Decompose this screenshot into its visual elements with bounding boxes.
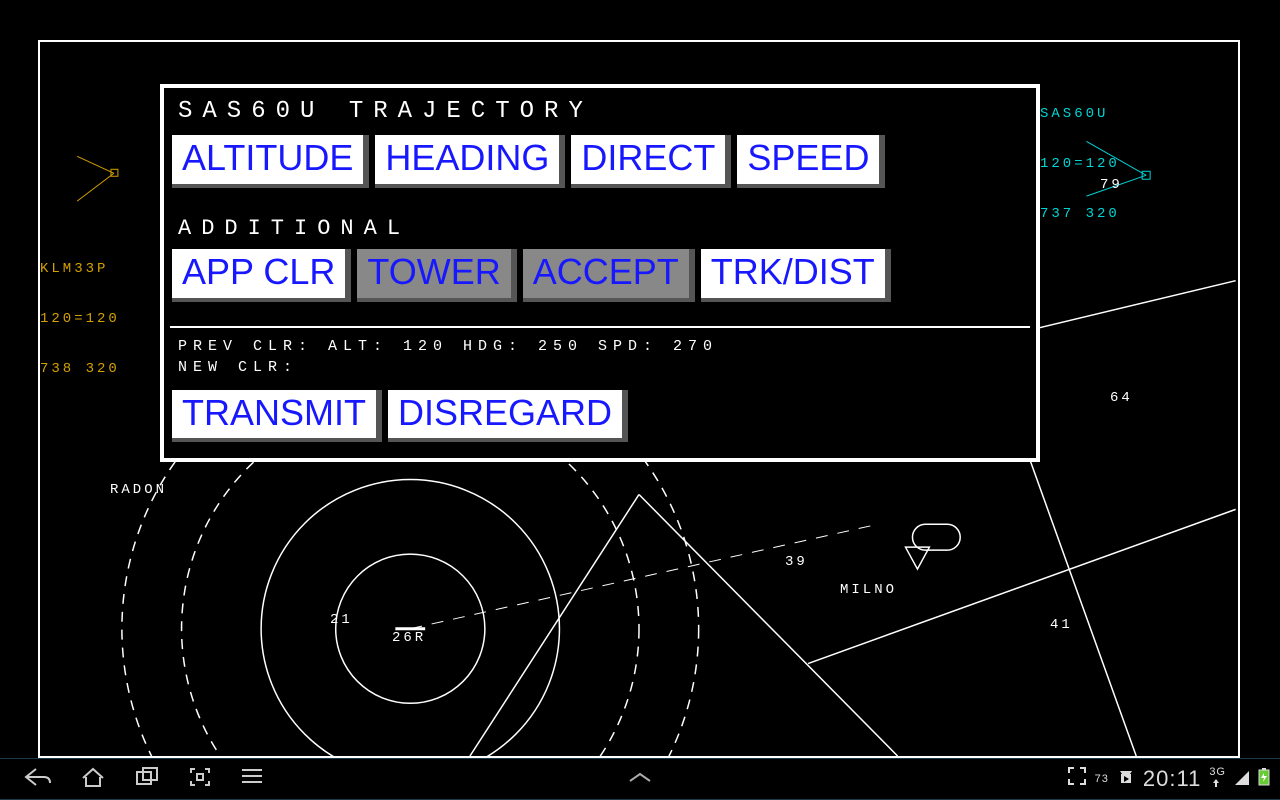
action-button-row: TRANSMIT DISREGARD [170, 390, 1030, 443]
expand-bar-icon[interactable] [626, 768, 654, 791]
waypoint-milno: MILNO [840, 582, 897, 598]
screenshot-icon[interactable] [188, 766, 212, 793]
additional-button-row: APP CLR TOWER ACCEPT TRK/DIST [170, 249, 1030, 302]
direct-button[interactable]: DIRECT [571, 135, 731, 188]
fullscreen-icon[interactable] [1067, 766, 1087, 792]
trajectory-dialog: SAS60U TRAJECTORY ALTITUDE HEADING DIREC… [160, 84, 1040, 462]
radar-num-79: 79 [1100, 177, 1123, 193]
home-icon[interactable] [80, 766, 106, 793]
battery-icon [1258, 766, 1270, 792]
disregard-button[interactable]: DISREGARD [388, 390, 628, 443]
app-clr-button[interactable]: APP CLR [172, 249, 351, 302]
radar-num-21: 21 [330, 612, 353, 628]
trajectory-button-row: ALTITUDE HEADING DIRECT SPEED [170, 135, 1030, 188]
dialog-title: SAS60U TRAJECTORY [170, 96, 1030, 135]
runway-label: 26R [392, 630, 426, 646]
additional-label: ADDITIONAL [170, 192, 1030, 249]
new-clearance-text: NEW CLR: [170, 357, 1030, 378]
play-store-icon[interactable] [1117, 766, 1135, 792]
transmit-button[interactable]: TRANSMIT [172, 390, 382, 443]
flight-line2: 120=120 [1040, 156, 1120, 173]
status-clock: 20:11 [1143, 766, 1201, 792]
android-system-bar: 73 20:11 3G [0, 758, 1280, 800]
recent-apps-icon[interactable] [134, 766, 160, 793]
prev-clearance-text: PREV CLR: ALT: 120 HDG: 250 SPD: 270 [170, 336, 1030, 357]
flight-callsign: SAS60U [1040, 106, 1120, 123]
radar-num-41: 41 [1050, 617, 1073, 633]
dialog-divider [170, 326, 1030, 328]
heading-button[interactable]: HEADING [375, 135, 565, 188]
trk-dist-button[interactable]: TRK/DIST [701, 249, 891, 302]
radar-num-64: 64 [1110, 390, 1133, 406]
speed-button[interactable]: SPEED [737, 135, 885, 188]
notification-badge[interactable]: 73 [1095, 773, 1109, 785]
flight-callsign: KLM33P [40, 261, 120, 278]
flight-line3: 737 320 [1040, 206, 1120, 223]
menu-icon[interactable] [240, 766, 264, 793]
flight-line2: 120=120 [40, 311, 120, 328]
network-indicator: 3G [1209, 768, 1226, 791]
radar-num-39: 39 [785, 554, 808, 570]
accept-button: ACCEPT [523, 249, 695, 302]
back-icon[interactable] [24, 766, 52, 793]
waypoint-radon: RADON [110, 482, 167, 498]
altitude-button[interactable]: ALTITUDE [172, 135, 369, 188]
flight-tag-klm33p[interactable]: KLM33P 120=120 738 320 [40, 227, 120, 412]
flight-tag-sas60u[interactable]: SAS60U 120=120 737 320 [1040, 72, 1120, 257]
signal-icon [1234, 766, 1250, 792]
tower-button: TOWER [357, 249, 516, 302]
flight-line3: 738 320 [40, 361, 120, 378]
